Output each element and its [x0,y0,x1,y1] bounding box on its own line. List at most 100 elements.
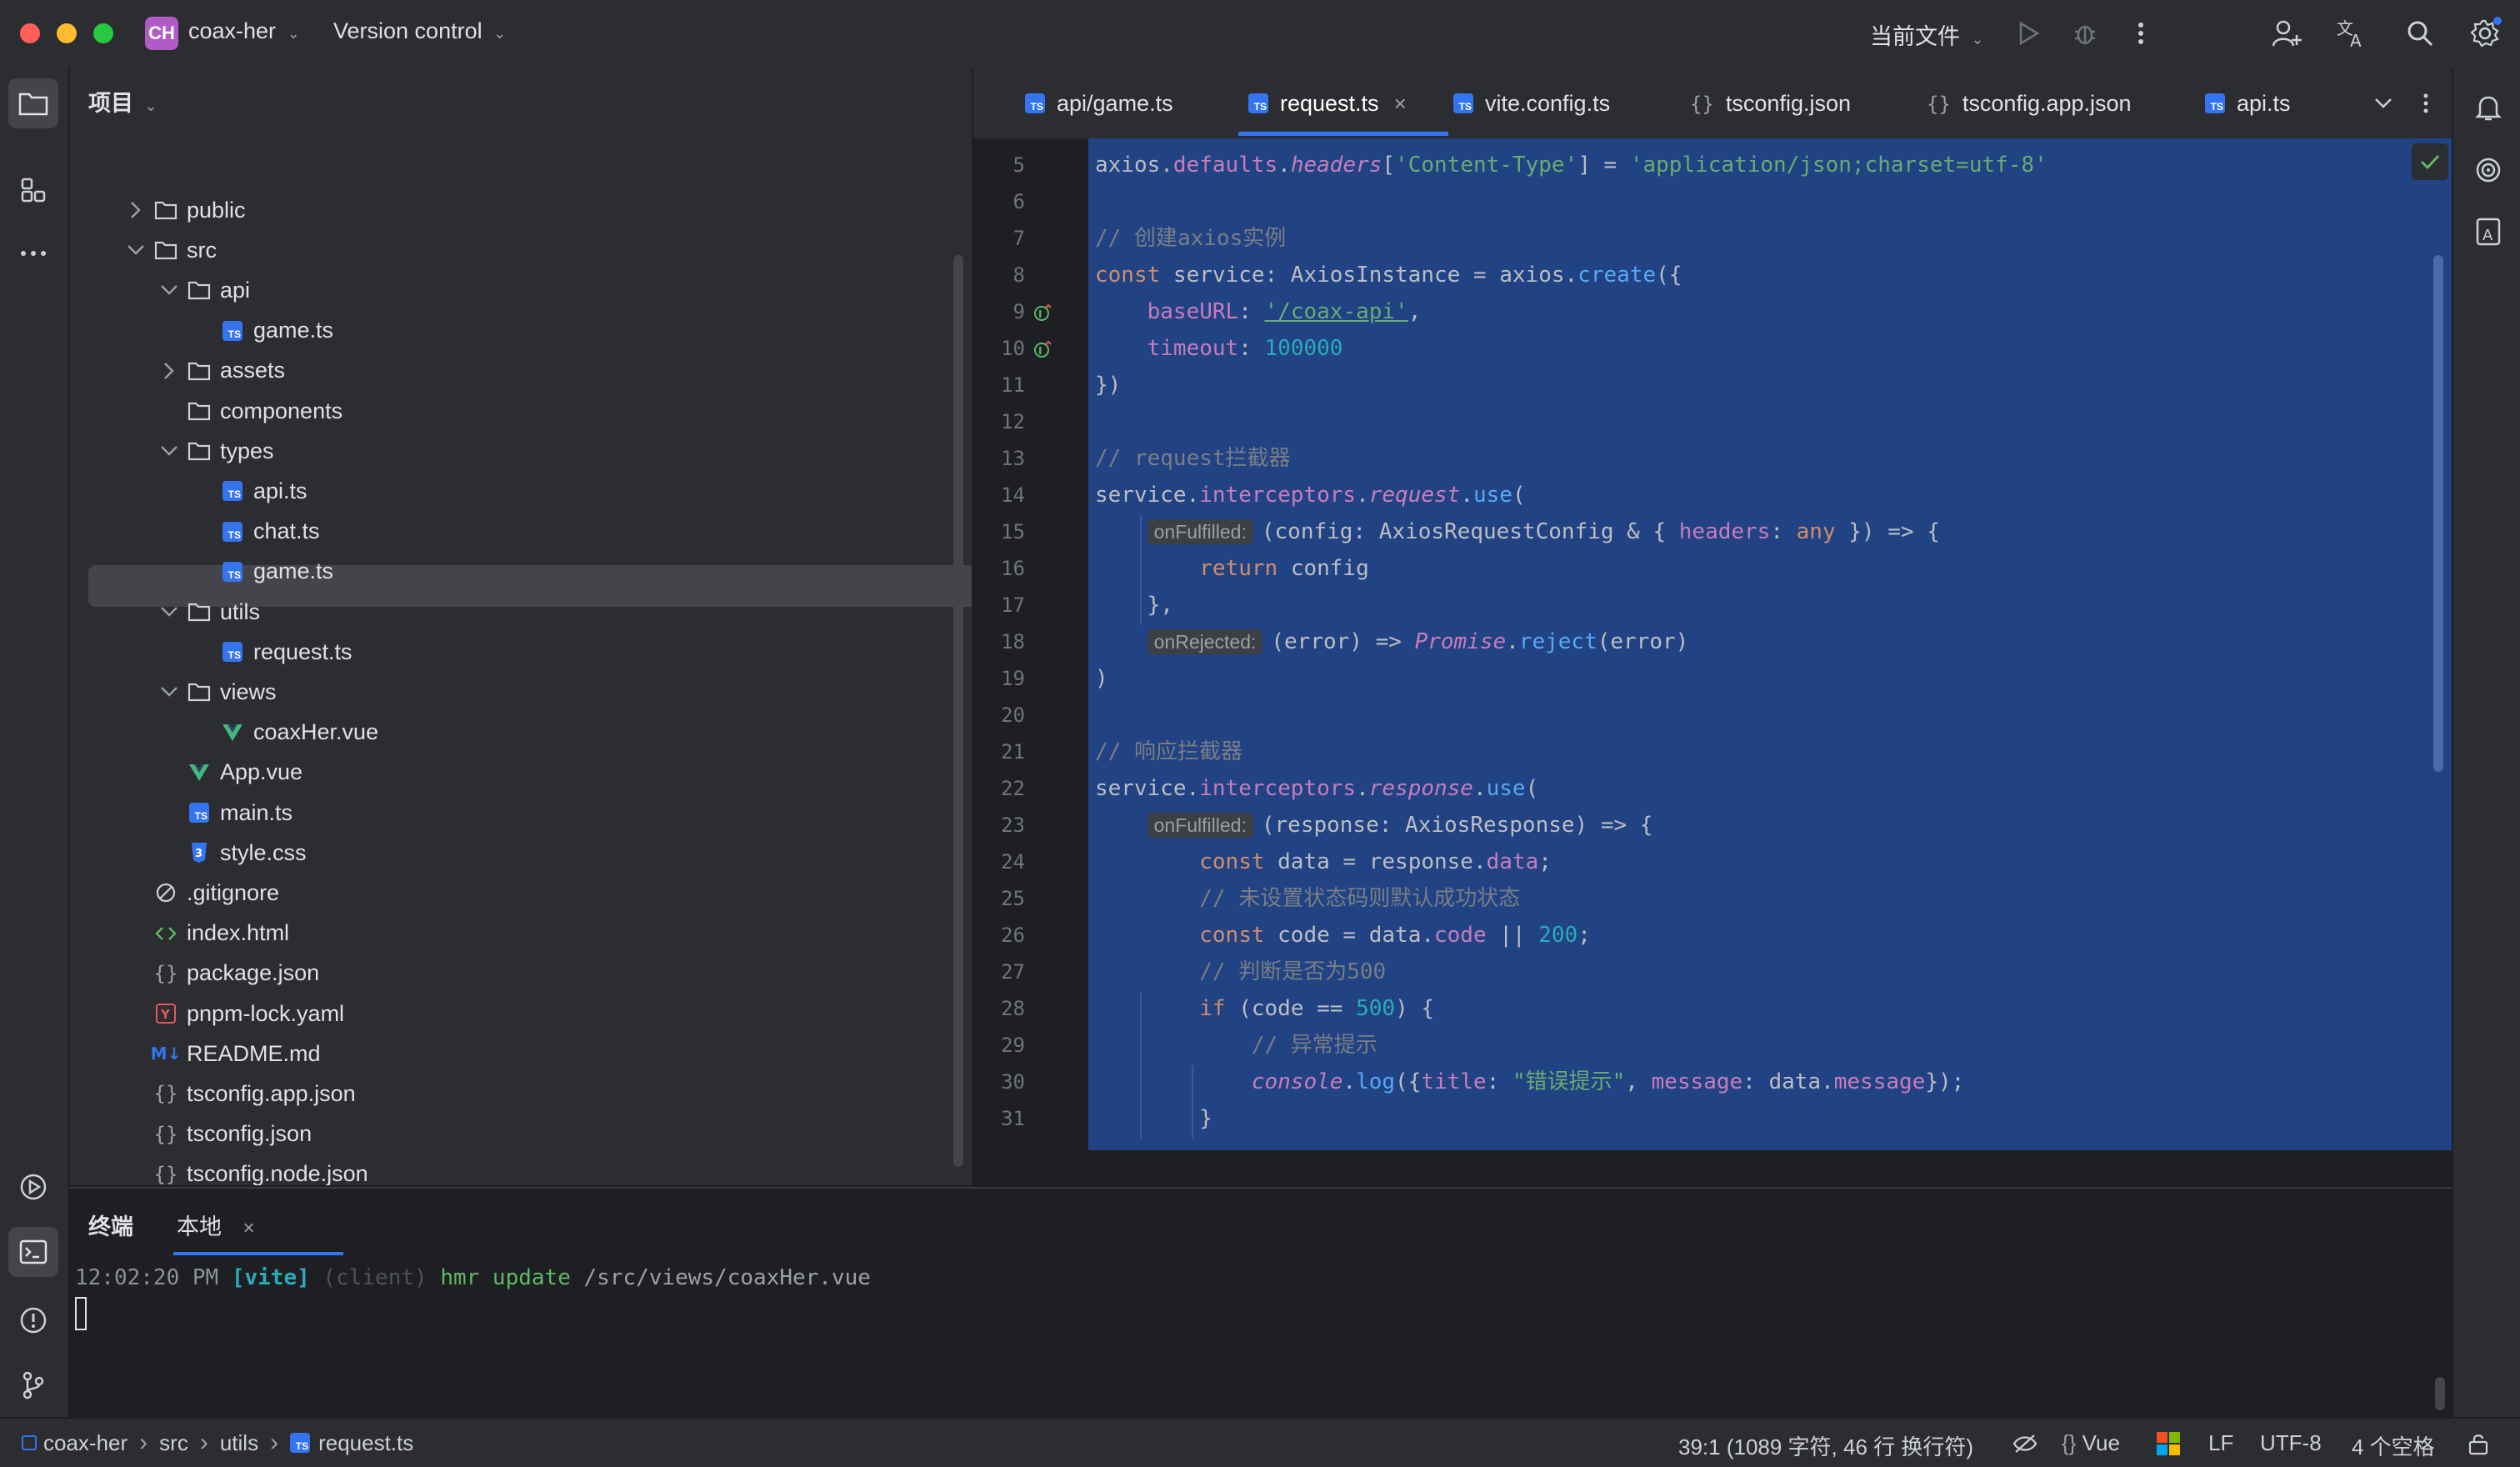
settings-gear-icon[interactable] [2468,17,2502,50]
tree-item-main-ts[interactable]: TS main.ts [158,793,292,833]
editor-tab-api-game-ts[interactable]: TS api/game.ts [1025,87,1173,120]
close-window-button[interactable] [20,23,40,43]
terminal-icon[interactable] [8,1227,58,1277]
breadcrumb-item-utils[interactable]: utils [220,1430,258,1456]
tree-item-app-vue[interactable]: App.vue [158,753,302,793]
chevron-down-icon[interactable] [158,440,180,462]
tree-item-game-ts[interactable]: TS game.ts [192,552,333,592]
tree-item-utils[interactable]: utils [158,592,260,632]
tree-scrollbar[interactable] [953,255,963,1167]
inspection-ok-icon[interactable] [2412,143,2448,180]
tree-item-src[interactable]: src [125,230,217,270]
editor-tab-tsconfig-app-json[interactable]: {} tsconfig.app.json [1927,87,2132,120]
terminal-tab-local[interactable]: 本地 × [177,1209,255,1241]
project-folder-icon[interactable] [8,78,58,128]
search-icon[interactable] [2403,17,2437,50]
close-tab-icon[interactable]: × [1394,91,1407,117]
close-tab-icon[interactable]: × [243,1217,255,1239]
breadcrumb-item-request-ts[interactable]: request.ts [318,1430,413,1456]
editor-tab-tsconfig-json[interactable]: {} tsconfig.json [1690,87,1851,120]
svg-text:I: I [1038,308,1042,320]
tree-item-api[interactable]: api [158,270,250,310]
more-tools-icon[interactable] [8,228,58,278]
code-line: // request拦截器 [1095,440,1291,477]
project-badge[interactable]: CH [145,17,178,50]
tree-item-pnpm-lock-yaml[interactable]: Ypnpm-lock.yaml [125,994,344,1034]
tree-item-coaxher-vue[interactable]: coaxHer.vue [192,713,378,753]
terminal-cursor[interactable] [75,1297,87,1330]
project-switcher[interactable]: coax-her ⌄ [188,18,300,44]
breadcrumb-item-src[interactable]: src [159,1430,188,1456]
implemented-marker-icon[interactable]: I [1033,303,1052,322]
project-panel-header[interactable]: 项目 ⌄ [88,85,158,118]
notifications-bell-icon[interactable] [2463,83,2513,133]
run-panel-icon[interactable] [8,1162,58,1212]
run-icon[interactable] [2013,18,2043,48]
code-area[interactable]: axios.defaults.headers['Content-Type'] =… [1088,138,2452,1150]
folder-icon [187,278,212,303]
editor-tab-api-ts[interactable]: TS api.ts [2205,87,2291,120]
run-config-selector[interactable]: 当前文件 ⌄ [1870,18,1984,51]
tree-item-label: index.html [187,920,290,946]
chevron-down-icon[interactable] [125,239,147,261]
font-preview-icon[interactable]: A [2463,207,2513,257]
indent-setting[interactable]: 4 个空格 [2352,1430,2435,1461]
language-mode[interactable]: {} Vue [2062,1430,2120,1456]
structure-icon[interactable] [8,165,58,215]
git-branch-icon[interactable] [8,1360,58,1410]
code-token: (code == [1238,996,1357,1021]
implemented-marker-icon[interactable]: I [1033,340,1052,358]
tree-item-chat-ts[interactable]: TS chat.ts [192,512,320,552]
no-eye-icon[interactable] [2010,1429,2040,1459]
tabs-more-icon[interactable] [2413,87,2438,120]
chevron-right-icon[interactable] [125,199,147,221]
tree-item-gitignore[interactable]: .gitignore [125,873,279,913]
chevron-down-icon[interactable] [158,681,180,703]
editor-scrollbar[interactable] [2433,255,2443,772]
tree-item-tsconfig-node-json[interactable]: {} tsconfig.node.json [125,1154,368,1185]
tree-item-tsconfig-json[interactable]: {} tsconfig.json [125,1114,312,1154]
caret-position[interactable]: 39:1 (1089 字符, 46 行 换行符) [1678,1430,1973,1461]
editor-tab-vite-config-ts[interactable]: TS vite.config.ts [1453,87,1610,120]
tree-item-tsconfig-app-json[interactable]: {} tsconfig.app.json [125,1074,356,1114]
json-file-icon: {} [153,1082,178,1106]
line-separator[interactable]: LF [2208,1430,2233,1456]
lock-icon[interactable] [2463,1429,2493,1459]
tree-item-readme-md[interactable]: M↓ README.md [125,1034,321,1074]
tree-item-public[interactable]: public [125,190,246,230]
debug-icon[interactable] [2070,18,2100,48]
problems-icon[interactable] [8,1295,58,1345]
breadcrumb-item-coax-her[interactable]: coax-her [43,1430,128,1456]
chevron-right-icon[interactable] [158,360,180,382]
tree-item-request-ts[interactable]: TS request.ts [192,632,352,672]
chevron-down-icon[interactable] [158,279,180,301]
tree-item-style-css[interactable]: 3 style.css [158,833,307,873]
tree-item-api-ts[interactable]: TS api.ts [192,471,308,511]
add-user-icon[interactable] [2270,17,2303,50]
vcs-menu[interactable]: Version control ⌄ [333,18,506,44]
code-token: ] = [1578,153,1630,178]
code-editor[interactable]: 5 6 7 8 9 10 11 12 13 14 15 16 17 18 19 20 21 22 23 24 25 26 2… [973,138,2452,1150]
tree-item-assets[interactable]: assets [158,351,285,391]
maximize-window-button[interactable] [93,23,113,43]
more-vertical-icon[interactable] [2128,18,2153,48]
minimize-window-button[interactable] [57,23,77,43]
tree-item-views[interactable]: views [158,672,277,712]
file-encoding[interactable]: UTF-8 [2260,1430,2322,1456]
update-dot [2493,17,2502,25]
terminal-scrollbar[interactable] [2435,1377,2445,1410]
ai-assistant-icon[interactable] [2463,145,2513,195]
windows-logo-icon[interactable] [2157,1432,2180,1455]
tree-item-game-ts[interactable]: TS game.ts [192,311,333,351]
editor-tab-request-ts[interactable]: TS request.ts × [1248,87,1407,120]
tree-item-types[interactable]: types [158,431,274,471]
tree-item-package-json[interactable]: {} package.json [125,954,320,994]
translate-icon[interactable]: 文A [2335,17,2368,50]
editor-tabs-bar: TS api/game.ts TS request.ts × TS vite.config.… [973,67,2452,140]
tabs-dropdown-chevron-icon[interactable] [2367,87,2400,120]
tree-item-label: game.ts [253,318,334,343]
chevron-down-icon[interactable] [158,601,180,623]
language-label: Vue [2082,1430,2120,1455]
tree-item-index-html[interactable]: index.html [125,914,289,954]
tree-item-components[interactable]: components [158,391,342,431]
